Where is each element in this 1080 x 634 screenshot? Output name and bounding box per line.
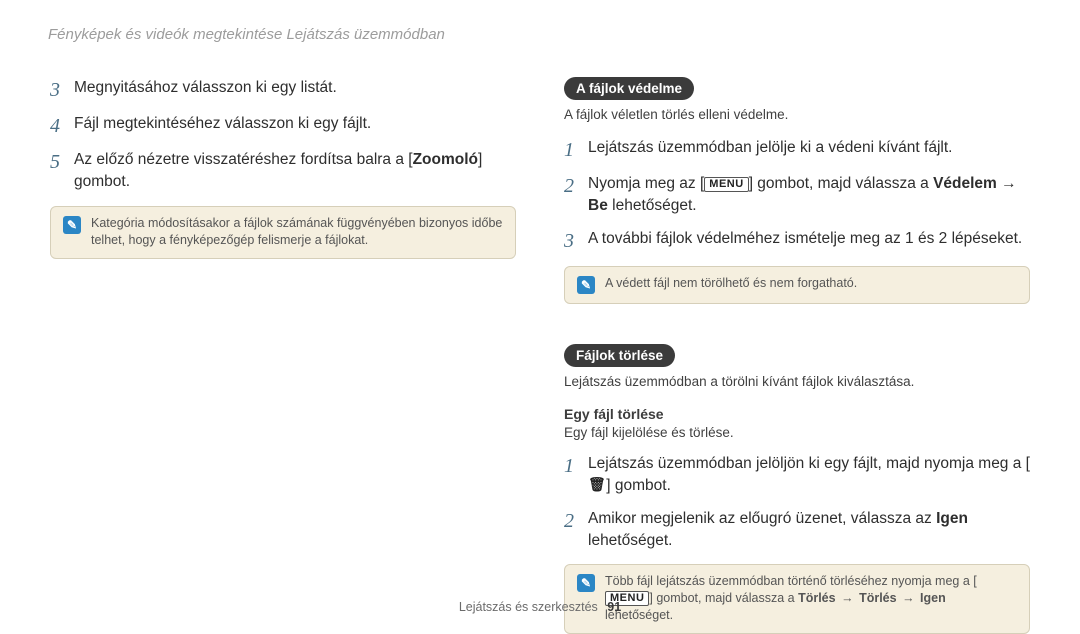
list-item: 3 Megnyitásához válasszon ki egy listát. bbox=[50, 77, 516, 103]
note-text: Több fájl lejátszás üzemmódban történő t… bbox=[605, 573, 1017, 624]
step-number: 2 bbox=[564, 173, 588, 199]
list-item: 4 Fájl megtekintéséhez válasszon ki egy … bbox=[50, 113, 516, 139]
step-text: Lejátszás üzemmódban jelölje ki a védeni… bbox=[588, 137, 952, 159]
text-fragment: lehetőséget. bbox=[608, 197, 697, 214]
running-head: Fényképek és videók megtekintése Lejátsz… bbox=[48, 26, 1030, 43]
section-protect: A fájlok védelme A fájlok véletlen törlé… bbox=[564, 77, 1030, 304]
subsection-heading: Egy fájl törlése bbox=[564, 406, 1030, 422]
text-fragment: Az előző nézetre visszatéréshez fordítsa… bbox=[74, 151, 413, 168]
note-text: Kategória módosításakor a fájlok számána… bbox=[91, 215, 503, 249]
section-heading-pill: Fájlok törlése bbox=[564, 344, 675, 367]
text-fragment: Nyomja meg az [ bbox=[588, 175, 704, 192]
list-item: 2 Nyomja meg az [MENU] gombot, majd vála… bbox=[564, 173, 1030, 218]
bold-text: Védelem bbox=[933, 175, 997, 192]
step-number: 3 bbox=[564, 228, 588, 254]
info-icon: ✎ bbox=[577, 574, 595, 592]
step-number: 5 bbox=[50, 149, 74, 175]
list-item: 5 Az előző nézetre visszatéréshez fordít… bbox=[50, 149, 516, 194]
step-text: Fájl megtekintéséhez válasszon ki egy fá… bbox=[74, 113, 371, 135]
text-fragment: ] gombot. bbox=[606, 477, 671, 494]
list-item: 3 A további fájlok védelméhez ismételje … bbox=[564, 228, 1030, 254]
info-note: ✎ Kategória módosításakor a fájlok számá… bbox=[50, 206, 516, 259]
step-list-left: 3 Megnyitásához válasszon ki egy listát.… bbox=[50, 77, 516, 194]
list-item: 1 Lejátszás üzemmódban jelöljön ki egy f… bbox=[564, 453, 1030, 498]
text-fragment: lehetőséget. bbox=[588, 532, 672, 549]
step-text: Az előző nézetre visszatéréshez fordítsa… bbox=[74, 149, 516, 194]
page-footer: Lejátszás és szerkesztés 91 bbox=[0, 600, 1080, 614]
section-heading-pill: A fájlok védelme bbox=[564, 77, 694, 100]
info-icon: ✎ bbox=[63, 216, 81, 234]
left-column: 3 Megnyitásához válasszon ki egy listát.… bbox=[50, 77, 516, 634]
note-text: A védett fájl nem törölhető és nem forga… bbox=[605, 275, 857, 292]
step-list-delete: 1 Lejátszás üzemmódban jelöljön ki egy f… bbox=[564, 453, 1030, 553]
info-note: ✎ A védett fájl nem törölhető és nem for… bbox=[564, 266, 1030, 304]
section-delete: Fájlok törlése Lejátszás üzemmódban a tö… bbox=[564, 344, 1030, 634]
step-number: 1 bbox=[564, 453, 588, 479]
trash-icon: 🗑 bbox=[588, 477, 606, 491]
text-fragment: Lejátszás üzemmódban jelöljön ki egy fáj… bbox=[588, 455, 1030, 472]
bold-text: Igen bbox=[936, 510, 968, 527]
menu-button-icon: MENU bbox=[704, 177, 748, 192]
step-number: 2 bbox=[564, 508, 588, 534]
step-text: Lejátszás üzemmódban jelöljön ki egy fáj… bbox=[588, 453, 1030, 498]
section-subtext: A fájlok véletlen törlés elleni védelme. bbox=[564, 106, 1030, 125]
two-column-layout: 3 Megnyitásához válasszon ki egy listát.… bbox=[50, 77, 1030, 634]
text-fragment: Több fájl lejátszás üzemmódban történő t… bbox=[605, 574, 977, 588]
list-item: 2 Amikor megjelenik az előugró üzenet, v… bbox=[564, 508, 1030, 553]
step-list-protect: 1 Lejátszás üzemmódban jelölje ki a véde… bbox=[564, 137, 1030, 254]
arrow-icon: → bbox=[1001, 175, 1017, 192]
manual-page: Fényképek és videók megtekintése Lejátsz… bbox=[0, 0, 1080, 630]
step-text: Megnyitásához válasszon ki egy listát. bbox=[74, 77, 337, 99]
step-number: 1 bbox=[564, 137, 588, 163]
step-number: 3 bbox=[50, 77, 74, 103]
step-text: A további fájlok védelméhez ismételje me… bbox=[588, 228, 1022, 250]
step-text: Amikor megjelenik az előugró üzenet, vál… bbox=[588, 508, 1030, 553]
list-item: 1 Lejátszás üzemmódban jelölje ki a véde… bbox=[564, 137, 1030, 163]
subsection-subtext: Egy fájl kijelölése és törlése. bbox=[564, 424, 1030, 443]
text-fragment: ] gombot, majd válassza a bbox=[749, 175, 933, 192]
right-column: A fájlok védelme A fájlok véletlen törlé… bbox=[564, 77, 1030, 634]
bold-text: Be bbox=[588, 197, 608, 214]
step-number: 4 bbox=[50, 113, 74, 139]
page-number: 91 bbox=[607, 600, 621, 614]
text-fragment: Amikor megjelenik az előugró üzenet, vál… bbox=[588, 510, 936, 527]
section-subtext: Lejátszás üzemmódban a törölni kívánt fá… bbox=[564, 373, 1030, 392]
footer-section-name: Lejátszás és szerkesztés bbox=[459, 600, 598, 614]
info-icon: ✎ bbox=[577, 276, 595, 294]
step-text: Nyomja meg az [MENU] gombot, majd válass… bbox=[588, 173, 1030, 218]
bold-text: Zoomoló bbox=[413, 151, 478, 168]
